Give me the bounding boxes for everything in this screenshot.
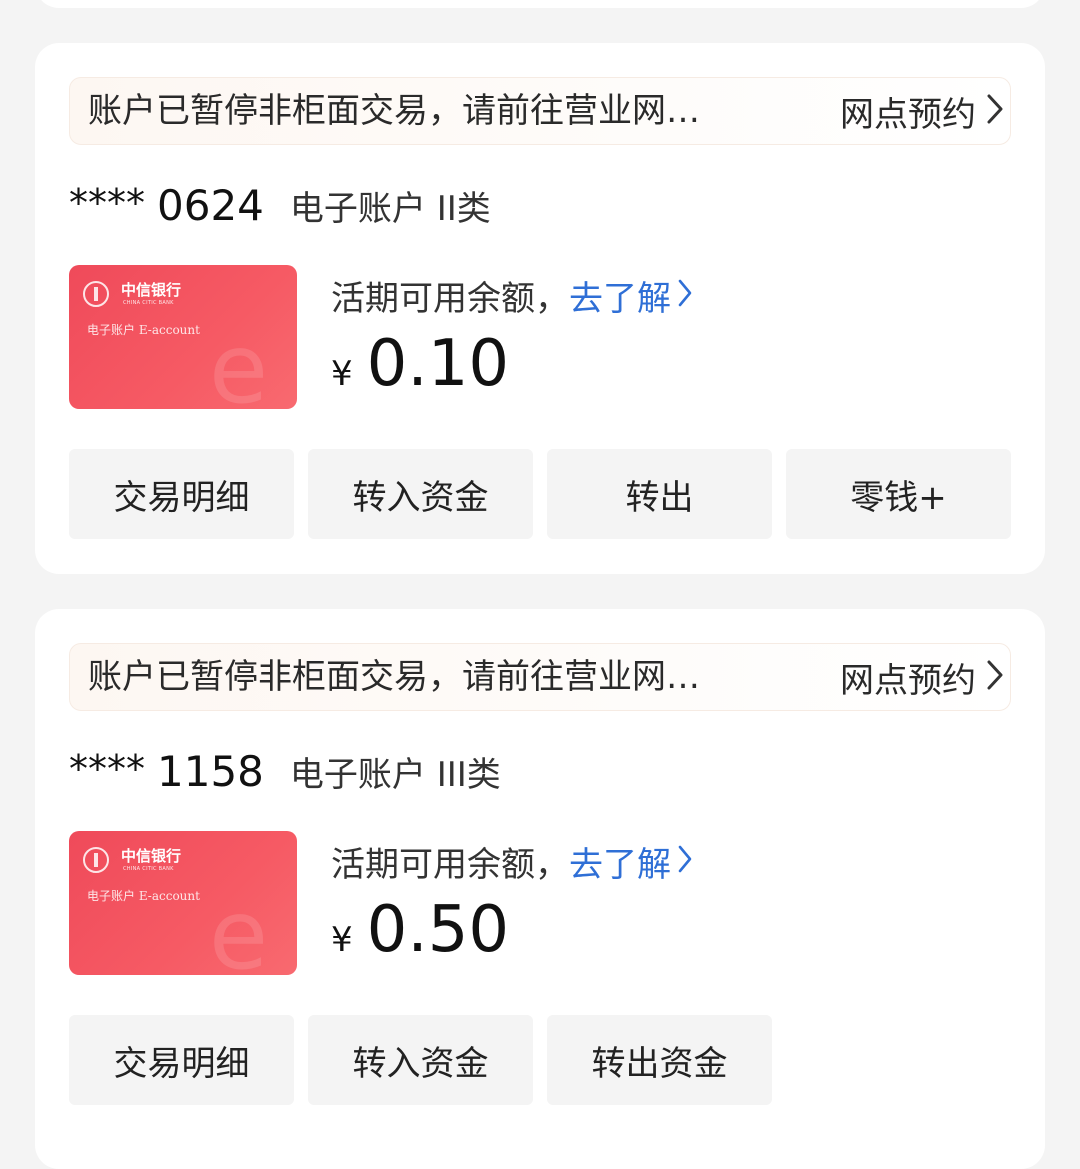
bank-card-image: 中信银行 CHINA CITIC BANK 电子账户 E-account e (69, 831, 297, 975)
account-type: 电子账户 II类 (289, 189, 491, 229)
learn-more-link[interactable]: 去了解 (569, 837, 693, 886)
suspension-notice[interactable]: 账户已暂停非柜面交易，请前往营业网… 网点预约 (69, 77, 1011, 145)
bank-name-en: CHINA CITIC BANK (123, 866, 174, 872)
balance-value: 0.10 (366, 327, 510, 401)
transfer-out-button[interactable]: 转出资金 (547, 1015, 772, 1105)
bank-logo-icon (83, 281, 109, 307)
account-card: 账户已暂停非柜面交易，请前往营业网… 网点预约 **** 1158 电子账户 I… (35, 609, 1045, 1169)
bank-card-image: 中信银行 CHINA CITIC BANK 电子账户 E-account e (69, 265, 297, 409)
transaction-details-button[interactable]: 交易明细 (69, 449, 294, 539)
account-last4: 1158 (157, 747, 264, 796)
transfer-in-button[interactable]: 转入资金 (308, 1015, 533, 1105)
bank-name: 中信银行 (121, 847, 182, 865)
account-header: **** 0624 电子账户 II类 (69, 181, 491, 237)
previous-account-card (35, 0, 1045, 8)
currency-symbol: ¥ (331, 920, 353, 960)
account-mask: **** (69, 747, 145, 791)
balance-amount: ¥ 0.10 (331, 327, 509, 407)
card-label: 电子账户 E-account (87, 889, 200, 903)
learn-more-label: 去了解 (569, 278, 671, 319)
balance-label: 活期可用余额， (331, 278, 569, 319)
card-watermark: e (209, 879, 269, 975)
balance-label: 活期可用余额， (331, 844, 569, 885)
account-type: 电子账户 III类 (289, 755, 501, 795)
branch-appointment-link[interactable]: 网点预约 (840, 78, 1004, 144)
transfer-in-button[interactable]: 转入资金 (308, 449, 533, 539)
suspension-notice[interactable]: 账户已暂停非柜面交易，请前往营业网… 网点预约 (69, 643, 1011, 711)
learn-more-link[interactable]: 去了解 (569, 271, 693, 320)
account-last4: 0624 (157, 181, 264, 230)
transfer-out-button[interactable]: 转出 (547, 449, 772, 539)
chevron-right-icon (986, 93, 1004, 129)
transaction-details-button[interactable]: 交易明细 (69, 1015, 294, 1105)
bank-name: 中信银行 (121, 281, 182, 299)
change-plus-button[interactable]: 零钱+ (786, 449, 1011, 539)
account-header: **** 1158 电子账户 III类 (69, 747, 501, 803)
card-label: 电子账户 E-account (87, 323, 200, 337)
branch-appointment-label: 网点预约 (840, 94, 976, 135)
account-card: 账户已暂停非柜面交易，请前往营业网… 网点预约 **** 0624 电子账户 I… (35, 43, 1045, 574)
bank-logo-icon (83, 847, 109, 873)
card-watermark: e (209, 313, 269, 409)
balance-amount: ¥ 0.50 (331, 893, 509, 973)
branch-appointment-link[interactable]: 网点预约 (840, 644, 1004, 710)
chevron-right-icon (677, 278, 693, 312)
chevron-right-icon (986, 659, 1004, 695)
chevron-right-icon (677, 844, 693, 878)
balance-label-row: 活期可用余额， 去了解 (331, 837, 693, 885)
balance-label-row: 活期可用余额， 去了解 (331, 271, 693, 319)
bank-name-en: CHINA CITIC BANK (123, 300, 174, 306)
balance-value: 0.50 (366, 893, 510, 967)
currency-symbol: ¥ (331, 354, 353, 394)
learn-more-label: 去了解 (569, 844, 671, 885)
branch-appointment-label: 网点预约 (840, 660, 976, 701)
notice-text: 账户已暂停非柜面交易，请前往营业网… (88, 657, 700, 697)
account-mask: **** (69, 181, 145, 225)
notice-text: 账户已暂停非柜面交易，请前往营业网… (88, 91, 700, 131)
